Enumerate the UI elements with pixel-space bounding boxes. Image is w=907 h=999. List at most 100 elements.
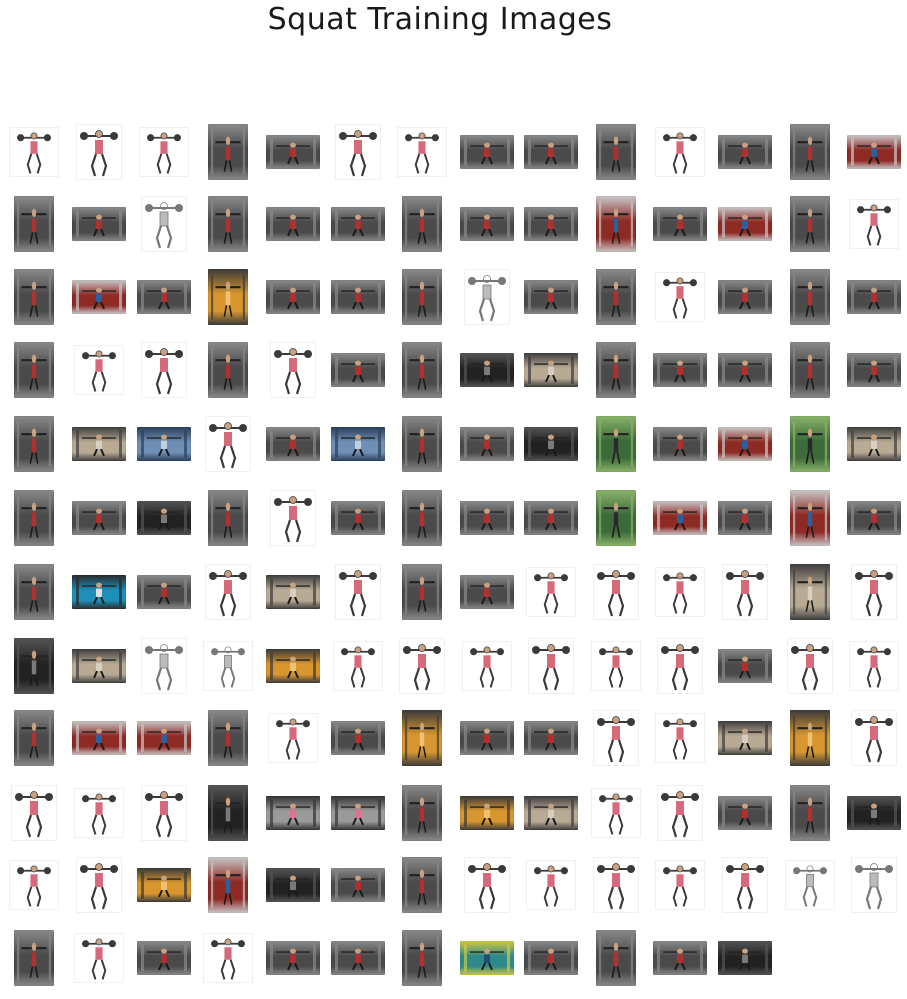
thumbnail [652, 196, 708, 252]
thumbnail [265, 269, 321, 325]
thumbnail [6, 930, 62, 986]
thumbnail-image [460, 941, 514, 975]
thumbnail [265, 564, 321, 620]
thumbnail-image [593, 564, 639, 620]
thumbnail [523, 710, 579, 766]
thumbnail-image [596, 416, 636, 472]
thumbnail-image [331, 941, 385, 975]
thumbnail [200, 785, 256, 841]
thumbnail-image [790, 124, 830, 180]
thumbnail-image [596, 490, 636, 546]
thumbnail [265, 124, 321, 180]
thumbnail-image [399, 638, 445, 694]
thumbnail [782, 490, 838, 546]
thumbnail-image [657, 638, 703, 694]
thumbnail [265, 416, 321, 472]
thumbnail [717, 638, 773, 694]
thumbnail-image [205, 564, 251, 620]
thumbnail [71, 416, 127, 472]
thumbnail [459, 930, 515, 986]
thumbnail-image [331, 353, 385, 387]
thumbnail [846, 196, 902, 252]
thumbnail [846, 638, 902, 694]
thumbnail [136, 196, 192, 252]
thumbnail-image [331, 207, 385, 241]
thumbnail-image [787, 638, 833, 694]
thumbnail [523, 196, 579, 252]
thumbnail-image [14, 269, 54, 325]
thumbnail [588, 490, 644, 546]
thumbnail [394, 785, 450, 841]
thumbnail-image [460, 721, 514, 755]
thumbnail [717, 196, 773, 252]
thumbnail [200, 490, 256, 546]
thumbnail [846, 785, 902, 841]
thumbnail-image [596, 342, 636, 398]
thumbnail [717, 857, 773, 913]
thumbnail-image [596, 930, 636, 986]
thumbnail [717, 124, 773, 180]
thumbnail [717, 416, 773, 472]
thumbnail-image [141, 342, 187, 398]
thumbnail [459, 196, 515, 252]
thumbnail-image [524, 353, 578, 387]
thumbnail [6, 857, 62, 913]
thumbnail [330, 564, 386, 620]
thumbnail [459, 857, 515, 913]
thumbnail [459, 416, 515, 472]
thumbnail [394, 490, 450, 546]
thumbnail-image [655, 860, 705, 910]
thumbnail-image [14, 196, 54, 252]
thumbnail [652, 857, 708, 913]
thumbnail-image [402, 196, 442, 252]
thumbnail [6, 638, 62, 694]
thumbnail [71, 857, 127, 913]
thumbnail-image [657, 785, 703, 841]
thumbnail-image [653, 427, 707, 461]
thumbnail-image [208, 342, 248, 398]
thumbnail-image [14, 710, 54, 766]
thumbnail [588, 564, 644, 620]
thumbnail [6, 710, 62, 766]
thumbnail-image [718, 721, 772, 755]
thumbnail-image [203, 933, 253, 983]
thumbnail [136, 857, 192, 913]
thumbnail-image [203, 641, 253, 691]
thumbnail [200, 416, 256, 472]
thumbnail [782, 124, 838, 180]
thumbnail-image [208, 857, 248, 913]
thumbnail [394, 930, 450, 986]
thumbnail-image [718, 941, 772, 975]
thumbnail-image [14, 490, 54, 546]
thumbnail [846, 416, 902, 472]
thumbnail-image [718, 796, 772, 830]
thumbnail [6, 269, 62, 325]
thumbnail-image [524, 207, 578, 241]
thumbnail [459, 269, 515, 325]
thumbnail-image [851, 857, 897, 913]
thumbnail-image [266, 796, 320, 830]
thumbnail-image [331, 721, 385, 755]
thumbnail-image [76, 124, 122, 180]
thumbnail [136, 564, 192, 620]
thumbnail-image [596, 269, 636, 325]
thumbnail-image [72, 575, 126, 609]
thumbnail-image [653, 501, 707, 535]
thumbnail-image [849, 199, 899, 249]
thumbnail-image [596, 196, 636, 252]
thumbnail-image [847, 501, 901, 535]
thumbnail [459, 564, 515, 620]
thumbnail [200, 269, 256, 325]
thumbnail [652, 269, 708, 325]
thumbnail-image [331, 796, 385, 830]
thumbnail-image [849, 641, 899, 691]
thumbnail-image [718, 207, 772, 241]
thumbnail-image [460, 501, 514, 535]
thumbnail-image [851, 710, 897, 766]
thumbnail-image [266, 135, 320, 169]
thumbnail [782, 416, 838, 472]
thumbnail-image [526, 860, 576, 910]
thumbnail-image [137, 868, 191, 902]
thumbnail [265, 710, 321, 766]
thumbnail-image [208, 785, 248, 841]
